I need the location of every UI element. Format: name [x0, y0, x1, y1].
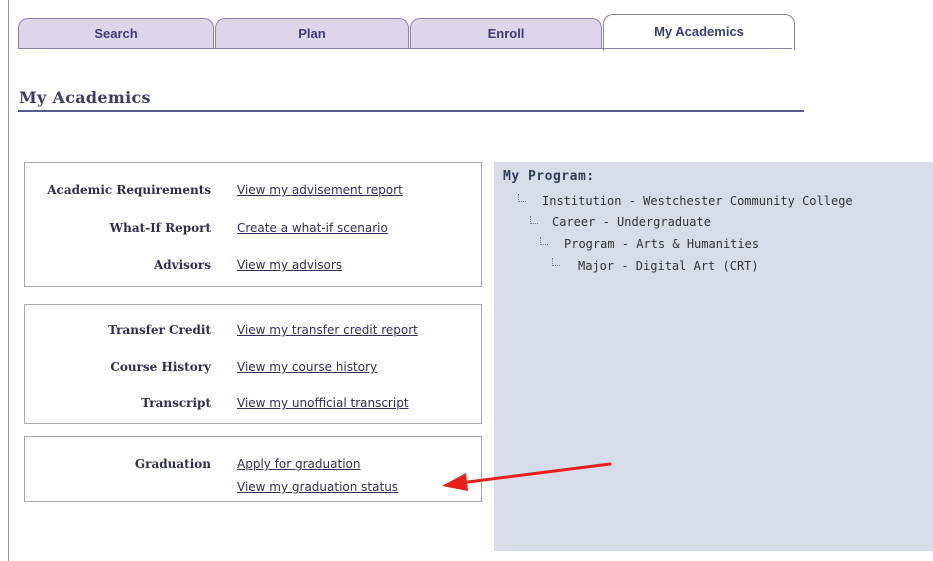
advisors-link[interactable]: View my advisors: [237, 258, 342, 272]
course-history-row: Course History View my course history: [25, 360, 481, 380]
transfer-credit-label: Transfer Credit: [108, 323, 211, 337]
transcript-row: Transcript View my unofficial transcript: [25, 396, 481, 416]
tree-item-major: Major - Digital Art (CRT): [578, 259, 759, 273]
course-history-label: Course History: [110, 360, 211, 374]
program-heading: My Program:: [503, 169, 595, 184]
transcript-label: Transcript: [141, 396, 211, 410]
graduation-status-row: View my graduation status: [25, 480, 481, 500]
graduation-section: Graduation Apply for graduation View my …: [24, 436, 482, 502]
advisors-label: Advisors: [153, 258, 211, 272]
tab-my-academics[interactable]: My Academics: [603, 14, 795, 50]
advisors-row: Advisors View my advisors: [25, 258, 481, 278]
graduation-status-link[interactable]: View my graduation status: [237, 480, 398, 494]
academic-section: Academic Requirements View my advisement…: [24, 162, 482, 287]
transfer-credit-row: Transfer Credit View my transfer credit …: [25, 323, 481, 343]
tab-bar: Search Plan Enroll My Academics: [0, 0, 933, 50]
tree-item-institution: Institution - Westchester Community Coll…: [542, 194, 853, 208]
apply-for-graduation-link[interactable]: Apply for graduation: [237, 457, 360, 471]
annotation-arrow-icon: [442, 462, 612, 491]
graduation-row: Graduation Apply for graduation: [25, 457, 481, 477]
tree-connector-icon: [530, 216, 538, 224]
transfer-credit-report-link[interactable]: View my transfer credit report: [237, 323, 418, 337]
what-if-report-label: What-If Report: [109, 221, 211, 235]
what-if-scenario-link[interactable]: Create a what-if scenario: [237, 221, 388, 235]
graduation-label: Graduation: [134, 457, 211, 471]
academic-requirements-row: Academic Requirements View my advisement…: [25, 183, 481, 203]
tree-item-career: Career - Undergraduate: [552, 215, 711, 229]
what-if-report-row: What-If Report Create a what-if scenario: [25, 221, 481, 241]
academic-requirements-label: Academic Requirements: [47, 183, 211, 197]
tab-plan[interactable]: Plan: [215, 18, 409, 48]
course-history-link[interactable]: View my course history: [237, 360, 377, 374]
tree-connector-icon: [552, 258, 560, 266]
tab-search[interactable]: Search: [18, 18, 214, 48]
records-section: Transfer Credit View my transfer credit …: [24, 304, 482, 424]
unofficial-transcript-link[interactable]: View my unofficial transcript: [237, 396, 409, 410]
title-divider: [18, 110, 804, 112]
advisement-report-link[interactable]: View my advisement report: [237, 183, 403, 197]
tree-item-program: Program - Arts & Humanities: [564, 237, 760, 251]
tree-connector-icon: [540, 237, 548, 245]
tree-connector-icon: [518, 194, 526, 202]
tab-enroll[interactable]: Enroll: [410, 18, 602, 48]
page-title: My Academics: [19, 88, 151, 107]
tab-baseline: [18, 48, 792, 49]
